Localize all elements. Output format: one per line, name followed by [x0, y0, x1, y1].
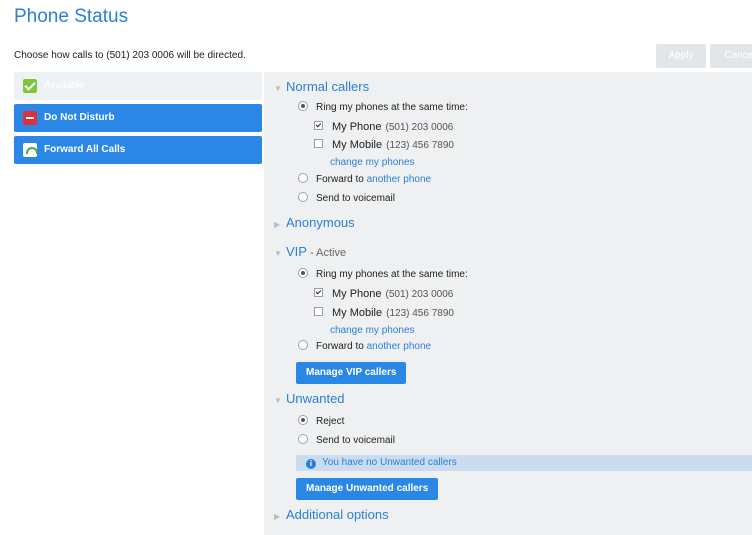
section-title: Unwanted [286, 391, 345, 406]
my-phone-checkbox[interactable] [314, 288, 323, 297]
phone-number: (501) 203 0006 [385, 289, 454, 300]
option-label: Send to voicemail [316, 435, 395, 446]
change-my-phones-link[interactable]: change my phones [330, 324, 415, 338]
change-my-phones-link[interactable]: change my phones [330, 156, 415, 170]
section-title: Additional options [286, 507, 389, 522]
forward-radio[interactable] [298, 340, 308, 350]
ring-phones-option[interactable]: Ring my phones at the same time: [298, 101, 468, 115]
sidebar-item-do-not-disturb[interactable]: Do Not Disturb [14, 104, 262, 132]
manage-unwanted-callers-button[interactable]: Manage Unwanted callers [296, 478, 439, 500]
option-label: Ring my phones at the same time: [316, 269, 468, 280]
voicemail-radio[interactable] [298, 192, 308, 202]
unwanted-voicemail-option[interactable]: Send to voicemail [298, 434, 395, 448]
section-title: Anonymous [286, 215, 355, 230]
collapse-triangle-icon: ▼ [274, 84, 282, 93]
rules-panel: ▼ Normal callers Ring my phones at the sa… [264, 72, 752, 535]
section-vip-header[interactable]: ▼ VIP - Active [274, 244, 346, 259]
section-normal-callers-header[interactable]: ▼ Normal callers [274, 79, 369, 94]
phone-number: (123) 456 7890 [386, 308, 454, 319]
section-anonymous-header[interactable]: ▶ Anonymous [274, 215, 355, 230]
forward-option[interactable]: Forward to another phone [298, 173, 431, 187]
vip-forward-option[interactable]: Forward to another phone [298, 340, 431, 354]
option-label: Reject [316, 416, 345, 427]
phone-number: (123) 456 7890 [386, 140, 454, 151]
option-label: Forward to [316, 341, 364, 352]
forward-call-icon [23, 143, 38, 157]
phone-name: My Mobile [332, 139, 383, 151]
phone-number: (501) 203 0006 [385, 122, 454, 133]
cancel-button[interactable]: Cancel [710, 44, 752, 68]
ring-phones-radio[interactable] [298, 268, 308, 278]
forward-radio[interactable] [298, 173, 308, 183]
info-text: You have no Unwanted callers [322, 457, 457, 468]
reject-option[interactable]: Reject [298, 415, 344, 429]
expand-triangle-icon: ▶ [274, 220, 281, 229]
voicemail-radio[interactable] [298, 434, 308, 444]
collapse-triangle-icon: ▼ [274, 396, 282, 405]
sidebar-item-label: Forward All Calls [44, 144, 126, 155]
my-phone-checkbox[interactable] [314, 121, 323, 130]
intro-text: Choose how calls to (501) 203 0006 will … [14, 50, 246, 61]
page-title: Phone Status [14, 6, 129, 27]
vip-my-mobile-option[interactable]: My Mobile (123) 456 7890 [314, 306, 454, 321]
section-title: VIP [286, 244, 307, 259]
section-unwanted-header[interactable]: ▼ Unwanted [274, 391, 345, 406]
phone-name: My Phone [332, 288, 382, 300]
vip-ring-phones-option[interactable]: Ring my phones at the same time: [298, 268, 468, 282]
sidebar-item-forward-all-calls[interactable]: Forward All Calls [14, 136, 262, 164]
sidebar-item-label: Available [44, 80, 85, 91]
expand-triangle-icon: ▶ [274, 512, 281, 521]
another-phone-link[interactable]: another phone [367, 341, 432, 352]
no-entry-icon [23, 111, 37, 125]
sidebar-item-available[interactable]: Available [14, 72, 262, 100]
manage-vip-callers-button[interactable]: Manage VIP callers [296, 362, 407, 384]
phone-name: My Mobile [332, 307, 383, 319]
another-phone-link[interactable]: another phone [367, 174, 432, 185]
option-label: Ring my phones at the same time: [316, 102, 468, 113]
my-phone-option[interactable]: My Phone (501) 203 0006 [314, 120, 453, 135]
sidebar-item-label: Do Not Disturb [44, 112, 115, 123]
no-unwanted-info-bar: i You have no Unwanted callers [296, 455, 752, 471]
section-additional-options-header[interactable]: ▶ Additional options [274, 507, 389, 522]
vip-status: - Active [306, 247, 347, 259]
reject-radio[interactable] [298, 415, 308, 425]
status-sidebar: Available Do Not Disturb Forward All Cal… [14, 72, 262, 168]
apply-button[interactable]: Apply [656, 44, 706, 68]
check-icon [23, 79, 37, 93]
my-mobile-checkbox[interactable] [314, 307, 323, 316]
vip-my-phone-option[interactable]: My Phone (501) 203 0006 [314, 287, 453, 302]
option-label: Send to voicemail [316, 193, 395, 204]
voicemail-option[interactable]: Send to voicemail [298, 192, 395, 206]
collapse-triangle-icon: ▼ [274, 249, 282, 258]
my-mobile-option[interactable]: My Mobile (123) 456 7890 [314, 138, 454, 153]
my-mobile-checkbox[interactable] [314, 139, 323, 148]
option-label: Forward to [316, 174, 364, 185]
ring-phones-radio[interactable] [298, 101, 308, 111]
section-title: Normal callers [286, 79, 370, 94]
info-icon: i [306, 459, 316, 469]
phone-name: My Phone [332, 121, 382, 133]
